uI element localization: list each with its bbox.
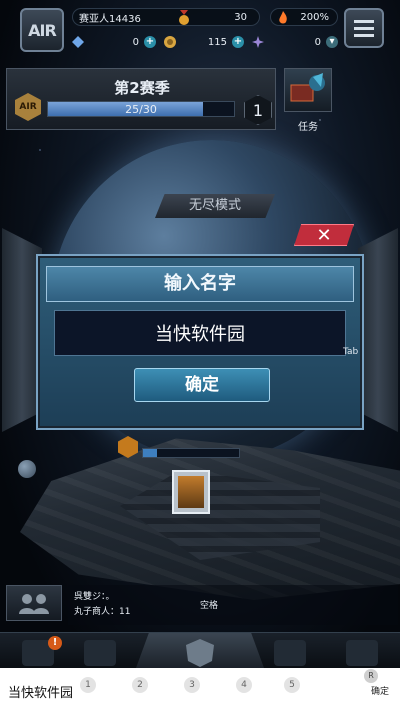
- ime-candidate-number[interactable]: 2: [132, 677, 148, 693]
- dialog-title: 输入名字: [46, 266, 354, 302]
- name-input-dialog: 输入名字 确定: [36, 254, 364, 430]
- medal-icon: [179, 10, 189, 25]
- season-title: 第2赛季: [114, 79, 170, 97]
- task-label: 任务: [298, 122, 318, 133]
- pilot-card[interactable]: [172, 470, 210, 514]
- bonus-value: 200%: [300, 11, 329, 23]
- ime-confirm-label[interactable]: 确定: [371, 684, 389, 697]
- nav-item-home[interactable]: [136, 633, 264, 668]
- add-crystal-button[interactable]: +: [144, 36, 156, 48]
- confirm-button[interactable]: 确定: [134, 368, 270, 402]
- ship-hp-fill: [143, 449, 158, 457]
- endless-mode-button[interactable]: 无尽模式: [155, 194, 275, 218]
- player-avatar-button[interactable]: AIR: [20, 8, 64, 52]
- resource-coin: 115 +: [164, 33, 244, 51]
- resource-star: 0 ▾: [252, 33, 338, 51]
- ime-candidate-bar: 当快软件园 1 2 3 4 5: [0, 668, 400, 711]
- ime-candidate-number[interactable]: 1: [80, 677, 96, 693]
- bonus-pill: 200%: [270, 8, 338, 26]
- ime-candidate[interactable]: 当快软件园: [8, 682, 73, 701]
- close-button[interactable]: ✕: [294, 224, 354, 246]
- coin-icon: [164, 36, 176, 48]
- flame-icon: [279, 11, 287, 24]
- name-input[interactable]: [54, 310, 346, 356]
- player-info-pill: 赛亚人14436 30: [72, 8, 260, 26]
- alert-badge-icon: !: [48, 636, 62, 650]
- nav-item-2[interactable]: [84, 640, 116, 666]
- moon-background: [18, 460, 36, 478]
- nav-item-5[interactable]: [346, 640, 378, 666]
- resource-coin-value: 115: [207, 36, 227, 48]
- resource-row: 0 + 115 + 0 ▾: [72, 33, 338, 51]
- friends-icon: [19, 594, 49, 614]
- menu-icon-bar: [354, 33, 374, 37]
- chat-line: 呉雙ジ：。: [74, 592, 115, 602]
- pilot-portrait-icon: [178, 476, 204, 508]
- chat-panel[interactable]: 呉雙ジ：。 丸子商人：11: [68, 585, 398, 625]
- shield-icon: [186, 639, 214, 667]
- ime-candidate-number[interactable]: 3: [184, 677, 200, 693]
- ime-candidate-number[interactable]: 5: [284, 677, 300, 693]
- ship-hp-bar: [142, 448, 240, 458]
- expand-resources-button[interactable]: ▾: [326, 36, 338, 48]
- menu-button[interactable]: [344, 8, 384, 48]
- close-icon: ✕: [316, 224, 332, 246]
- player-name: 赛亚人14436: [79, 13, 141, 25]
- season-rank-badge: 1: [244, 95, 272, 125]
- resource-star-value: 0: [314, 36, 321, 48]
- season-progress-text: 25/30: [125, 103, 157, 116]
- ime-r-key[interactable]: R: [364, 669, 378, 683]
- resource-crystal: 0 +: [72, 33, 156, 51]
- task-icon: [290, 73, 325, 102]
- season-panel[interactable]: AIR 第2赛季 25/30 1: [6, 68, 276, 130]
- season-progress-bar: 25/30: [47, 101, 235, 117]
- add-coin-button[interactable]: +: [232, 36, 244, 48]
- chat-line: 丸子商人：11: [74, 607, 131, 617]
- frame-right-pillar: [358, 228, 398, 432]
- star-icon: [252, 36, 264, 48]
- resource-crystal-value: 0: [132, 36, 139, 48]
- tab-key-hint: Tab: [343, 347, 359, 357]
- menu-icon-bar: [354, 26, 374, 30]
- ime-candidate-number[interactable]: 4: [236, 677, 252, 693]
- menu-icon-bar: [354, 19, 374, 23]
- task-button[interactable]: [284, 68, 332, 112]
- nav-item-4[interactable]: [274, 640, 306, 666]
- space-key-hint: 空格: [200, 601, 219, 611]
- friends-button[interactable]: [6, 585, 62, 621]
- top-bar: AIR 赛亚人14436 30 200% 0 + 115 + 0 ▾: [0, 0, 400, 60]
- crystal-icon: [72, 36, 84, 48]
- player-level: 30: [234, 11, 247, 23]
